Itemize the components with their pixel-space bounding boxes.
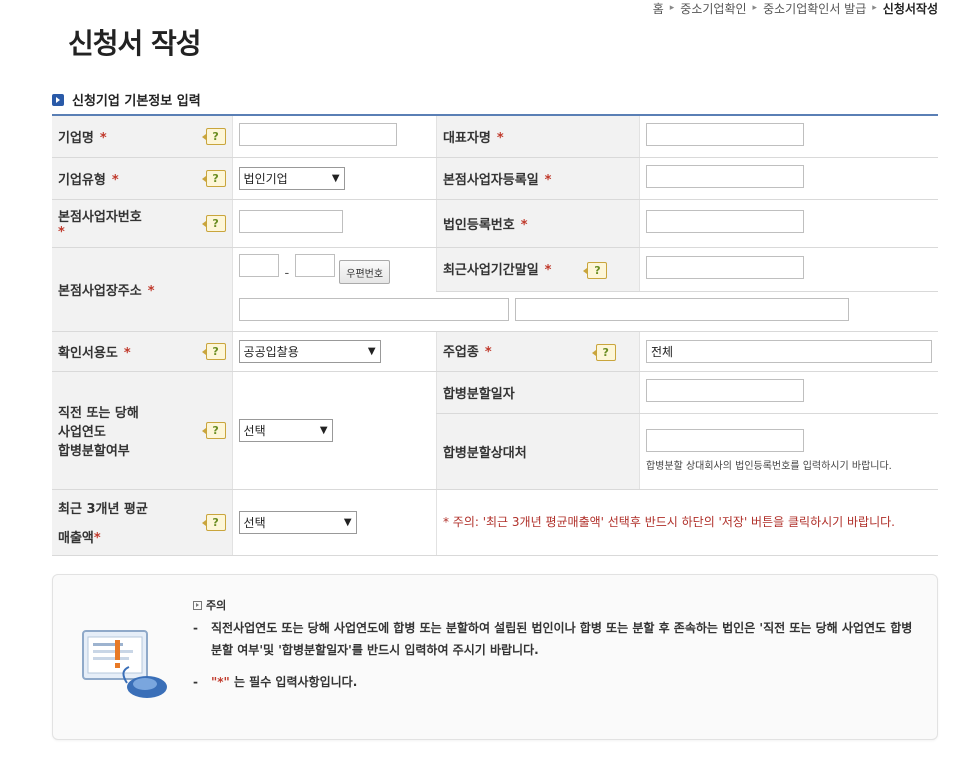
hq-reg-date-label: 본점사업자등록일 * <box>435 157 640 200</box>
merger-partner-label: 합병분할상대처 <box>435 413 640 490</box>
notice-heading: 주의 <box>206 599 227 612</box>
page-title: 신청서 작성 <box>68 27 202 60</box>
notice-box: 주의 - 직전사업연도 또는 당해 사업연도에 합병 또는 분할하여 설립된 법인… <box>52 574 938 740</box>
chevron-down-icon: ▼ <box>367 345 376 357</box>
ceo-name-input[interactable] <box>645 122 804 146</box>
merger-partner-input[interactable] <box>645 428 804 452</box>
breadcrumb-separator-icon: ▸ <box>752 3 758 13</box>
merger-partner-hint: 합병분할 상대회사의 법인등록번호를 입력하시기 바랍니다. <box>645 460 892 472</box>
breadcrumb-separator-icon: ▸ <box>872 3 877 13</box>
avg-sales-warning: * 주의: '최근 3개년 평균매출액' 선택후 반드시 하단의 '저장' 버튼… <box>442 515 895 529</box>
section-bullet-icon <box>52 93 64 106</box>
certificate-use-select[interactable]: 공공입찰용 ▼ <box>238 339 381 363</box>
company-name-input[interactable] <box>238 122 397 146</box>
form-row: 기업명 * ? 대표자명 * <box>52 115 938 158</box>
merger-date-input[interactable] <box>645 378 804 402</box>
corp-reg-number-label: 법인등록번호 * <box>435 199 640 248</box>
help-question-icon[interactable]: ? <box>201 214 226 232</box>
form-row: 본점사업장주소 * - 우편번호 최근사업기간말일 *? <box>52 247 938 332</box>
notice-bullet-icon <box>193 600 202 610</box>
last-period-end-label: 최근사업기간말일 *? <box>435 247 640 292</box>
certificate-use-label: 확인서용도 * <box>52 331 200 372</box>
help-question-icon[interactable]: ? <box>201 169 226 187</box>
help-question-icon[interactable]: ? <box>591 344 616 361</box>
help-question-icon[interactable]: ? <box>201 342 226 360</box>
merger-split-label: 직전 또는 당해 사업연도 합병분할여부 <box>52 371 200 490</box>
merger-split-select[interactable]: 선택 ▼ <box>238 418 333 442</box>
last-period-end-input[interactable] <box>645 255 804 279</box>
chevron-down-icon: ▼ <box>331 172 340 184</box>
breadcrumb: 홈 ▸ 중소기업확인 ▸ 중소기업확인서 발급 ▸ 신청서작성 <box>653 0 938 17</box>
section-title-text: 신청기업 기본정보 입력 <box>72 94 201 109</box>
hq-address-label: 본점사업장주소 * <box>52 247 200 332</box>
ceo-name-label: 대표자명 * <box>435 115 640 158</box>
address-line2-input[interactable] <box>514 297 849 321</box>
hq-biz-number-label: 본점사업자번호 * <box>52 199 200 248</box>
help-question-icon[interactable]: ? <box>583 262 608 279</box>
section-title: 신청기업 기본정보 입력 <box>52 90 201 109</box>
help-question-icon[interactable]: ? <box>201 513 226 531</box>
zipcode-search-button[interactable]: 우편번호 <box>339 260 391 285</box>
breadcrumb-certificate-issue[interactable]: 중소기업확인서 발급 <box>763 0 866 17</box>
zipcode-part2-input[interactable] <box>295 254 336 278</box>
breadcrumb-separator-icon: ▸ <box>669 3 675 13</box>
main-industry-label: 주업종 *? <box>435 331 640 372</box>
main-industry-input[interactable]: 전체 <box>645 339 932 363</box>
avg-sales-select[interactable]: 선택 ▼ <box>238 510 357 534</box>
corp-reg-number-input[interactable] <box>645 209 804 233</box>
help-question-icon[interactable]: ? <box>201 127 226 145</box>
notice-item: - "*" 는 필수 입력사항입니다. <box>193 675 358 689</box>
breadcrumb-sme-check[interactable]: 중소기업확인 <box>680 0 746 17</box>
form-row: 본점사업자번호 * ? 법인등록번호 * <box>52 199 938 248</box>
notice-item: - 직전사업연도 또는 당해 사업연도에 합병 또는 분할하여 설립된 법인이나 … <box>193 621 913 657</box>
notice-monitor-mouse-icon <box>82 630 167 698</box>
avg-sales-label: 최근 3개년 평균 매출액* <box>52 489 200 556</box>
hq-reg-date-input[interactable] <box>645 164 804 188</box>
form-row: 직전 또는 당해 사업연도 합병분할여부 ? 선택 ▼ 합병분할일자 <box>52 371 938 490</box>
breadcrumb-home[interactable]: 홈 <box>653 0 664 17</box>
company-type-label: 기업유형 * <box>52 157 200 200</box>
zipcode-part1-input[interactable] <box>238 254 279 278</box>
chevron-down-icon: ▼ <box>343 516 352 528</box>
form-row: 기업유형 * ? 법인기업 ▼ 본점사업자등록일 * <box>52 157 938 200</box>
help-question-icon[interactable]: ? <box>201 421 226 439</box>
form-row: 확인서용도 * ? 공공입찰용 ▼ 주업종 *? 전체 <box>52 331 938 372</box>
hq-biz-number-input[interactable] <box>238 209 343 233</box>
company-type-select[interactable]: 법인기업 ▼ <box>238 166 345 190</box>
merger-date-label: 합병분할일자 <box>435 371 640 414</box>
address-line1-input[interactable] <box>238 297 509 321</box>
company-name-label: 기업명 * <box>52 115 200 158</box>
company-info-form: 기업명 * ? 대표자명 * 기업유형 * ? 법인기업 ▼ 본점사업자등록일 * 본점사… <box>52 114 938 556</box>
form-row: 최근 3개년 평균 매출액* ? 선택 ▼ * 주의: '최근 3개년 평균매출액… <box>52 489 938 556</box>
chevron-down-icon: ▼ <box>319 424 328 436</box>
breadcrumb-current: 신청서작성 <box>882 2 938 16</box>
